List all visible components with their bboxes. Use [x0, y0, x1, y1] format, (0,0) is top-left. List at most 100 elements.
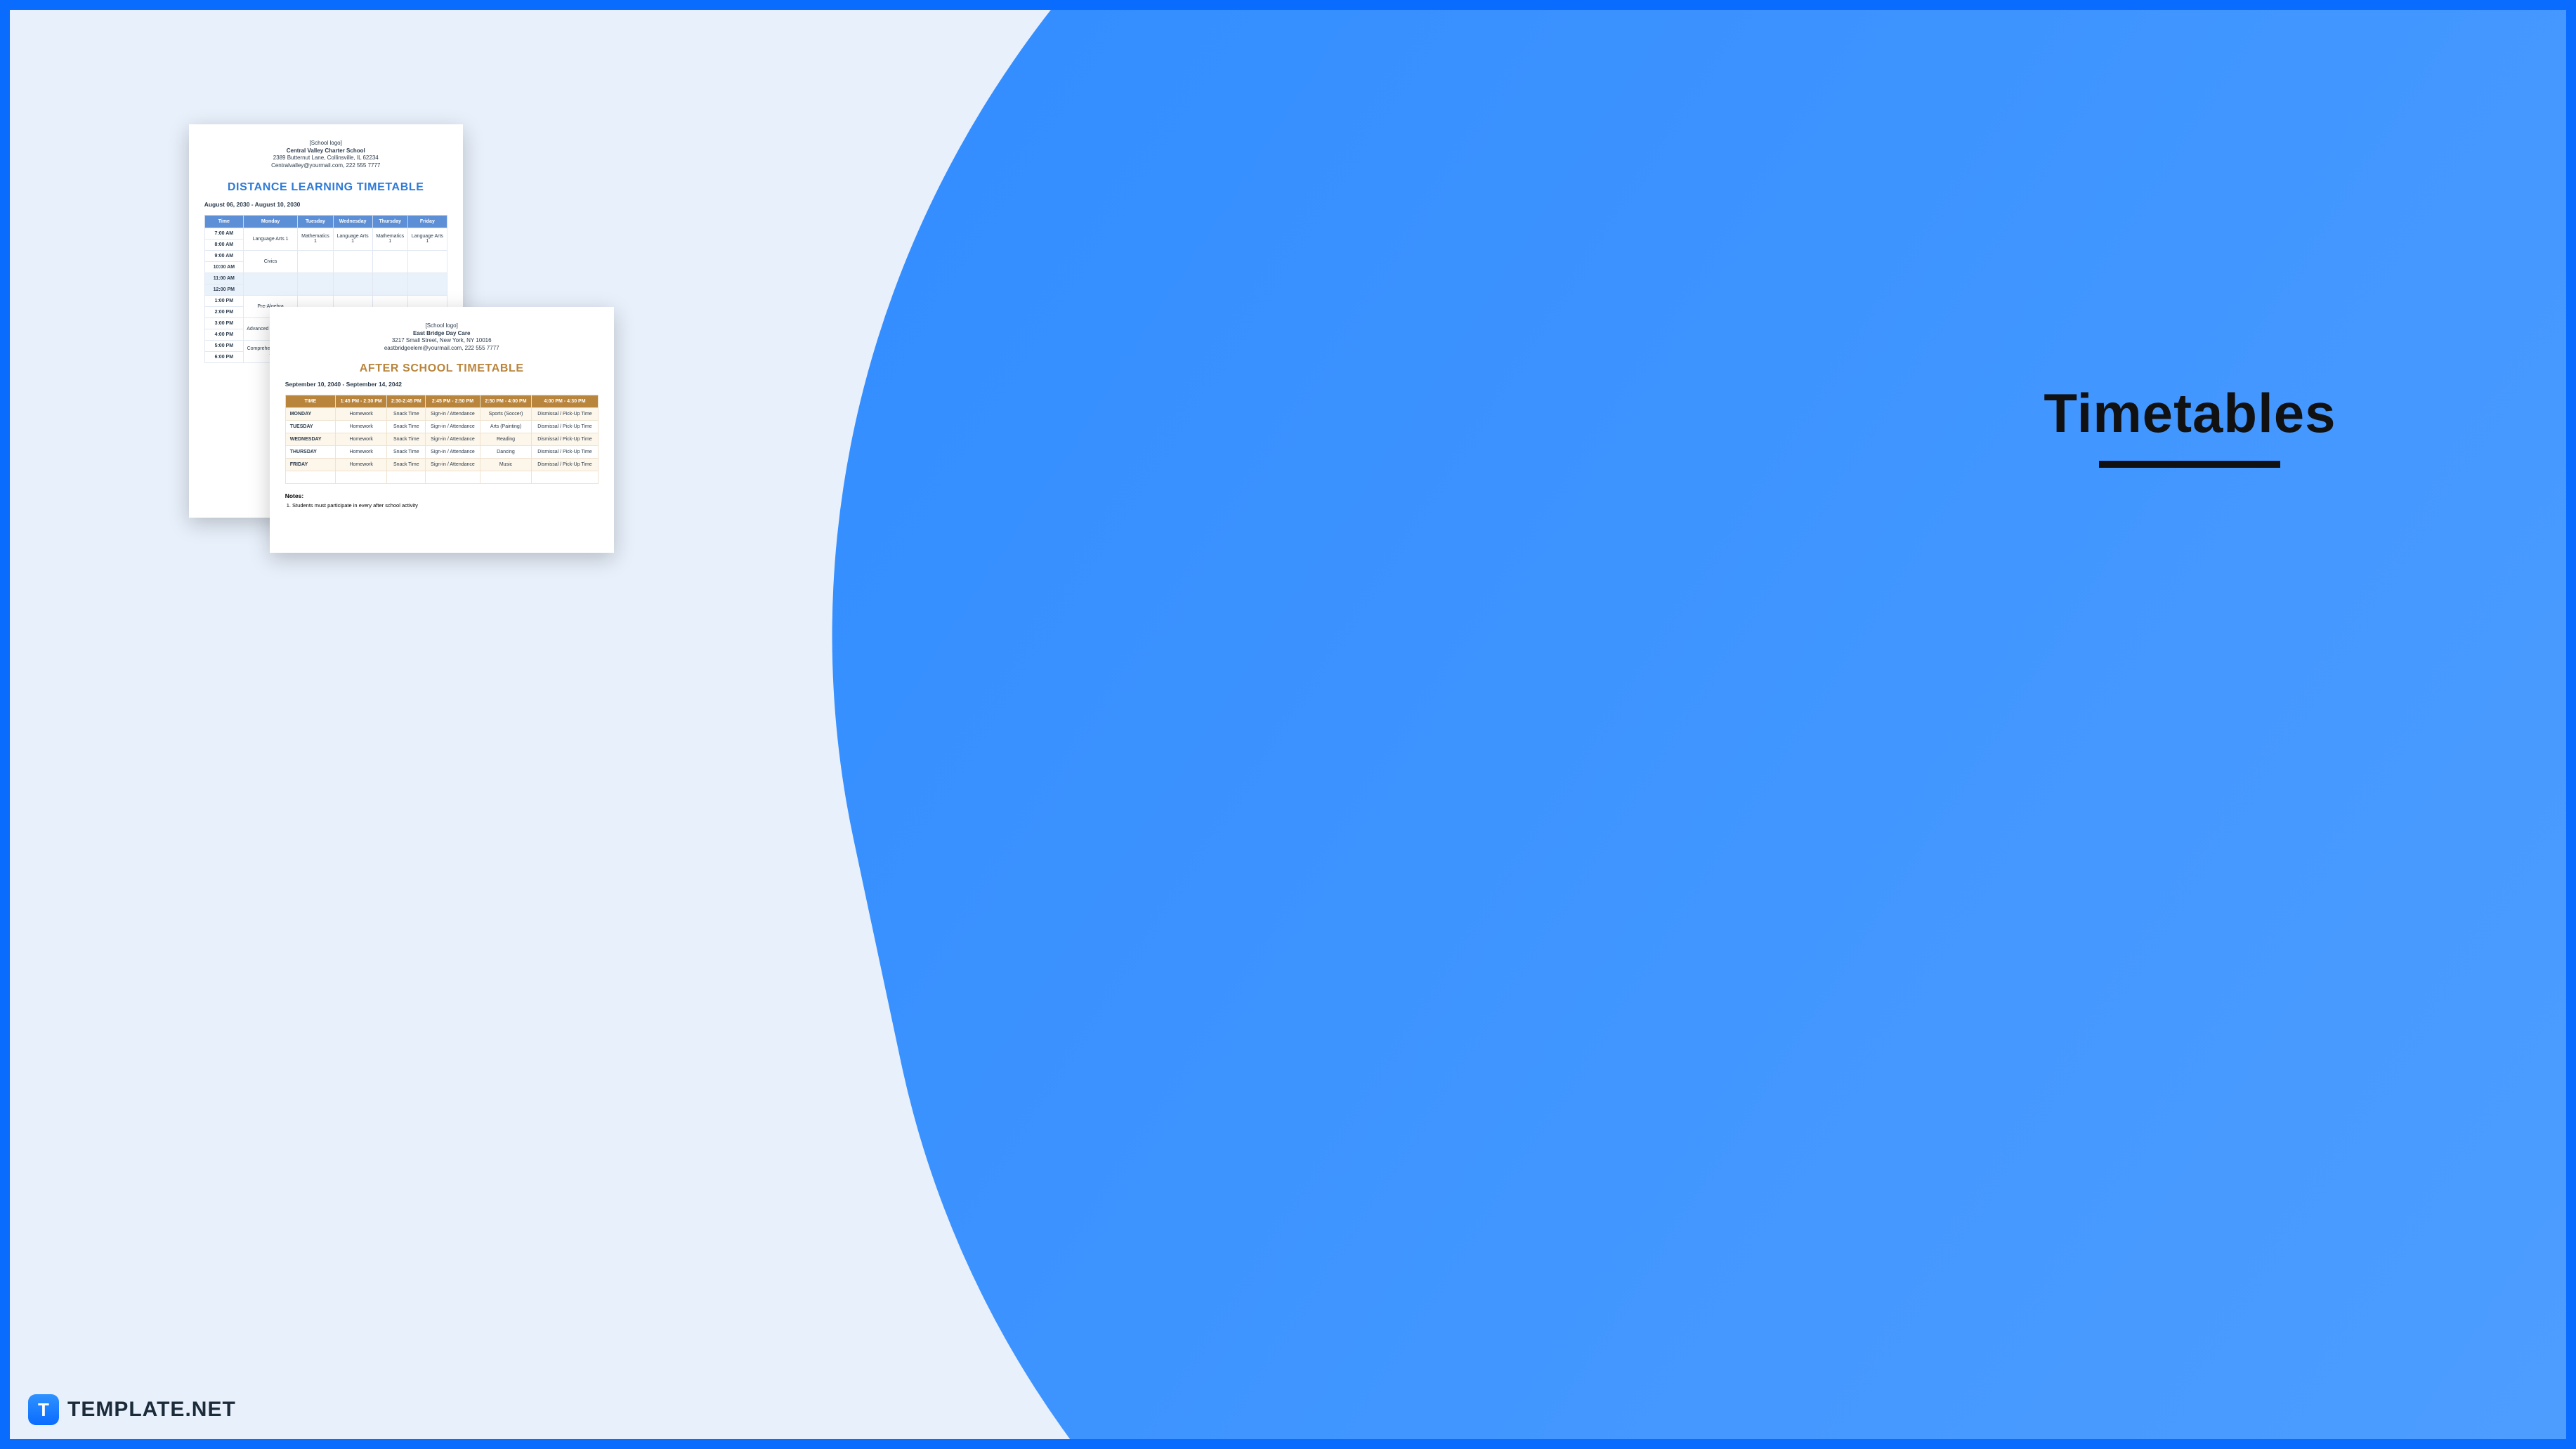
doc-b-contact: eastbridgeelem@yourmail.com, 222 555 777… — [285, 345, 599, 353]
outer-frame: Timetables [School logo] Central Valley … — [0, 0, 2576, 1449]
doc-a-address: 2389 Butternut Lane, Collinsville, IL 62… — [204, 155, 447, 162]
doc-a-logo-placeholder: [School logo] — [204, 140, 447, 147]
title-underline — [2099, 461, 2280, 468]
empty-cell — [426, 471, 480, 483]
doc-b-col-3: 2:45 PM - 2:50 PM — [426, 395, 480, 407]
doc-b-logo-placeholder: [School logo] — [285, 322, 599, 330]
activity-cell: Sign-in / Attendance — [426, 407, 480, 420]
doc-a-daterange: August 06, 2030 - August 10, 2030 — [204, 201, 447, 208]
activity-cell: Sign-in / Attendance — [426, 458, 480, 471]
brand-name-tld: .NET — [185, 1398, 235, 1421]
doc-b-address: 3217 Small Street, New York, NY 10016 — [285, 337, 599, 345]
doc-a-header: [School logo] Central Valley Charter Sch… — [204, 140, 447, 170]
time-cell: 4:00 PM — [204, 329, 243, 340]
day-cell: MONDAY — [285, 407, 335, 420]
subject-cell: Mathematics 1 — [298, 228, 333, 250]
activity-cell: Homework — [335, 445, 387, 458]
time-cell: 2:00 PM — [204, 306, 243, 317]
activity-cell: Dismissal / Pick-Up Time — [532, 433, 598, 445]
doc-b-org: East Bridge Day Care — [285, 330, 599, 338]
doc-b-table: TIME 1:45 PM - 2:30 PM 2:30-2:45 PM 2:45… — [285, 395, 599, 484]
doc-b-daterange: September 10, 2040 - September 14, 2042 — [285, 381, 599, 388]
time-cell: 9:00 AM — [204, 250, 243, 261]
activity-cell: Snack Time — [387, 433, 426, 445]
doc-a-org: Central Valley Charter School — [204, 147, 447, 155]
empty-cell — [372, 273, 407, 295]
empty-cell — [333, 273, 372, 295]
table-row: FRIDAY Homework Snack Time Sign-in / Att… — [285, 458, 598, 471]
time-cell: 7:00 AM — [204, 228, 243, 239]
empty-cell — [407, 250, 447, 273]
activity-cell: Homework — [335, 458, 387, 471]
table-row: WEDNESDAY Homework Snack Time Sign-in / … — [285, 433, 598, 445]
activity-cell: Snack Time — [387, 458, 426, 471]
table-row: 7:00 AM Language Arts 1 Mathematics 1 La… — [204, 228, 447, 239]
doc-a-col-fri: Friday — [407, 215, 447, 228]
day-cell: FRIDAY — [285, 458, 335, 471]
activity-cell: Snack Time — [387, 445, 426, 458]
doc-b-title: AFTER SCHOOL TIMETABLE — [285, 362, 599, 375]
time-cell: 12:00 PM — [204, 284, 243, 295]
activity-cell: Snack Time — [387, 407, 426, 420]
day-cell: THURSDAY — [285, 445, 335, 458]
activity-cell: Sign-in / Attendance — [426, 420, 480, 433]
documents-group: [School logo] Central Valley Charter Sch… — [189, 124, 1467, 1268]
doc-after-school: [School logo] East Bridge Day Care 3217 … — [270, 307, 614, 553]
empty-cell — [333, 250, 372, 273]
activity-cell: Sports (Soccer) — [480, 407, 532, 420]
empty-cell — [480, 471, 532, 483]
subject-cell: Mathematics 1 — [372, 228, 407, 250]
doc-b-notes-heading: Notes: — [285, 492, 599, 499]
subject-cell: Civics — [243, 250, 297, 273]
doc-b-col-0: TIME — [285, 395, 335, 407]
activity-cell: Arts (Painting) — [480, 420, 532, 433]
activity-cell: Dancing — [480, 445, 532, 458]
brand-text: TEMPLATE.NET — [67, 1398, 236, 1422]
table-row-empty — [285, 471, 598, 483]
subject-cell: Language Arts 1 — [243, 228, 297, 250]
activity-cell: Sign-in / Attendance — [426, 445, 480, 458]
brand-badge-icon: T — [28, 1394, 59, 1425]
doc-a-contact: Centralvalley@yourmail.com, 222 555 7777 — [204, 162, 447, 170]
activity-cell: Music — [480, 458, 532, 471]
time-cell: 5:00 PM — [204, 340, 243, 351]
activity-cell: Reading — [480, 433, 532, 445]
empty-cell — [407, 273, 447, 295]
empty-cell — [387, 471, 426, 483]
activity-cell: Homework — [335, 433, 387, 445]
empty-cell — [298, 250, 333, 273]
activity-cell: Homework — [335, 420, 387, 433]
activity-cell: Snack Time — [387, 420, 426, 433]
time-cell: 3:00 PM — [204, 317, 243, 329]
page-title: Timetables — [2044, 381, 2336, 445]
table-row: THURSDAY Homework Snack Time Sign-in / A… — [285, 445, 598, 458]
empty-cell — [285, 471, 335, 483]
doc-b-header: [School logo] East Bridge Day Care 3217 … — [285, 322, 599, 353]
table-row: MONDAY Homework Snack Time Sign-in / Att… — [285, 407, 598, 420]
doc-b-col-5: 4:00 PM - 4:30 PM — [532, 395, 598, 407]
empty-cell — [372, 250, 407, 273]
table-row: 11:00 AM — [204, 273, 447, 284]
time-cell: 11:00 AM — [204, 273, 243, 284]
page-title-block: Timetables — [2044, 381, 2336, 468]
activity-cell: Dismissal / Pick-Up Time — [532, 420, 598, 433]
time-cell: 10:00 AM — [204, 261, 243, 273]
activity-cell: Homework — [335, 407, 387, 420]
day-cell: WEDNESDAY — [285, 433, 335, 445]
doc-a-title: DISTANCE LEARNING TIMETABLE — [204, 181, 447, 194]
brand: T TEMPLATE.NET — [28, 1394, 236, 1425]
doc-a-col-wed: Wednesday — [333, 215, 372, 228]
doc-a-col-time: Time — [204, 215, 243, 228]
empty-cell — [243, 273, 297, 295]
doc-a-col-tue: Tuesday — [298, 215, 333, 228]
empty-cell — [335, 471, 387, 483]
activity-cell: Dismissal / Pick-Up Time — [532, 407, 598, 420]
time-cell: 1:00 PM — [204, 295, 243, 306]
doc-b-col-2: 2:30-2:45 PM — [387, 395, 426, 407]
table-row: TUESDAY Homework Snack Time Sign-in / At… — [285, 420, 598, 433]
subject-cell: Language Arts 1 — [333, 228, 372, 250]
table-row: 1:00 PM Pre-Algebra — [204, 295, 447, 306]
empty-cell — [532, 471, 598, 483]
subject-cell: Language Arts 1 — [407, 228, 447, 250]
empty-cell — [298, 273, 333, 295]
